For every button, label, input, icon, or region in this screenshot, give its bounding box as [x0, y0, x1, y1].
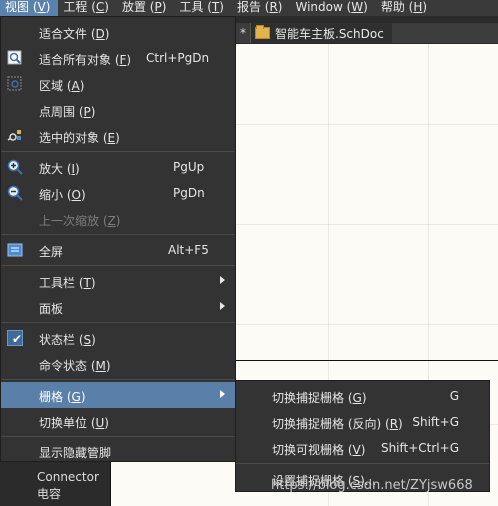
menu-item-zoom-in[interactable]: 放大 (I) PgUp: [1, 154, 235, 180]
menu-place[interactable]: 放置 (P): [117, 0, 174, 16]
menu-separator: [1, 379, 235, 380]
menu-window[interactable]: Window (W): [290, 0, 375, 16]
menu-item-zoom-out[interactable]: 缩小 (O) PgDn: [1, 180, 235, 206]
menu-tools[interactable]: 工具 (T): [174, 0, 232, 16]
zoom-out-icon: [7, 185, 23, 201]
submenu-arrow-icon: [220, 302, 225, 310]
submenu-item-toggle-snap-grid[interactable]: 切换捕捉栅格 (G) G: [236, 383, 489, 409]
menu-bar: 视图 (V) 工程 (C) 放置 (P) 工具 (T) 报告 (R) Windo…: [0, 0, 498, 17]
menu-separator: [1, 234, 235, 235]
menu-item-fullscreen[interactable]: 全屏 Alt+F5: [1, 237, 235, 263]
menu-item-panels[interactable]: 面板: [1, 294, 235, 320]
menu-item-grids[interactable]: 栅格 (G): [1, 382, 235, 408]
menu-item-command-status[interactable]: 命令状态 (M): [1, 351, 235, 377]
schematic-canvas-strip[interactable]: [110, 462, 237, 506]
document-tab-bar: * 智能车主板.SchDoc: [236, 23, 498, 43]
menu-item-zoom-last: 上一次缩放 (Z): [39, 214, 121, 228]
watermark-text: https://blog.csdn.net/ZYjsw668: [271, 478, 473, 493]
menu-separator: [1, 322, 235, 323]
grids-submenu: 切换捕捉栅格 (G) G 切换捕捉栅格 (反向) (R) Shift+G 切换可…: [235, 380, 490, 492]
menu-item-fit-all[interactable]: 适合所有对象 (F) Ctrl+PgDn: [1, 45, 235, 71]
menu-separator: [236, 463, 489, 464]
document-tab[interactable]: 智能车主板.SchDoc: [250, 23, 392, 43]
checkmark-icon: [7, 330, 23, 346]
menu-item-status-bar[interactable]: 状态栏 (S): [1, 325, 235, 351]
submenu-arrow-icon: [220, 276, 225, 284]
area-zoom-icon: [7, 76, 22, 91]
menu-item-selected-objects[interactable]: 选中的对象 (E): [1, 123, 235, 149]
menu-separator: [1, 436, 235, 437]
document-tab-title: 智能车主板.SchDoc: [275, 26, 384, 41]
zoom-in-icon: [7, 159, 23, 175]
library-panel: Connector 电容: [0, 462, 110, 506]
menu-separator: [1, 151, 235, 152]
menu-item-area[interactable]: 区域 (A): [1, 71, 235, 97]
fullscreen-icon: [7, 243, 23, 257]
menu-item-toggle-units[interactable]: 切换单位 (U): [1, 408, 235, 434]
menu-separator: [1, 265, 235, 266]
sheet-border-line: [236, 360, 498, 361]
panel-text-connector: Connector: [37, 470, 99, 484]
menu-item-show-hidden-pins[interactable]: 显示隐藏管脚: [1, 438, 235, 464]
unsaved-marker: *: [240, 26, 246, 40]
panel-text-capacitor: 电容: [37, 487, 62, 501]
view-menu-dropdown: 适合文件 (D) 适合所有对象 (F) Ctrl+PgDn 区域 (A) 点周围…: [0, 16, 236, 462]
menu-item-around-point[interactable]: 点周围 (P): [1, 97, 235, 123]
menu-reports[interactable]: 报告 (R): [232, 0, 291, 16]
fit-all-icon: [7, 50, 22, 65]
selected-objects-icon: [7, 130, 21, 141]
submenu-item-toggle-visible-grid[interactable]: 切换可视栅格 (V) Shift+Ctrl+G: [236, 435, 489, 461]
menu-view[interactable]: 视图 (V): [0, 0, 59, 16]
submenu-item-toggle-snap-grid-reverse[interactable]: 切换捕捉栅格 (反向) (R) Shift+G: [236, 409, 489, 435]
menu-project[interactable]: 工程 (C): [58, 0, 117, 16]
menu-item-fit-document[interactable]: 适合文件 (D): [1, 19, 235, 45]
menu-item-toolbars[interactable]: 工具栏 (T): [1, 268, 235, 294]
folder-icon: [255, 25, 270, 39]
menu-help[interactable]: 帮助 (H): [376, 0, 435, 16]
submenu-arrow-icon: [220, 390, 225, 398]
